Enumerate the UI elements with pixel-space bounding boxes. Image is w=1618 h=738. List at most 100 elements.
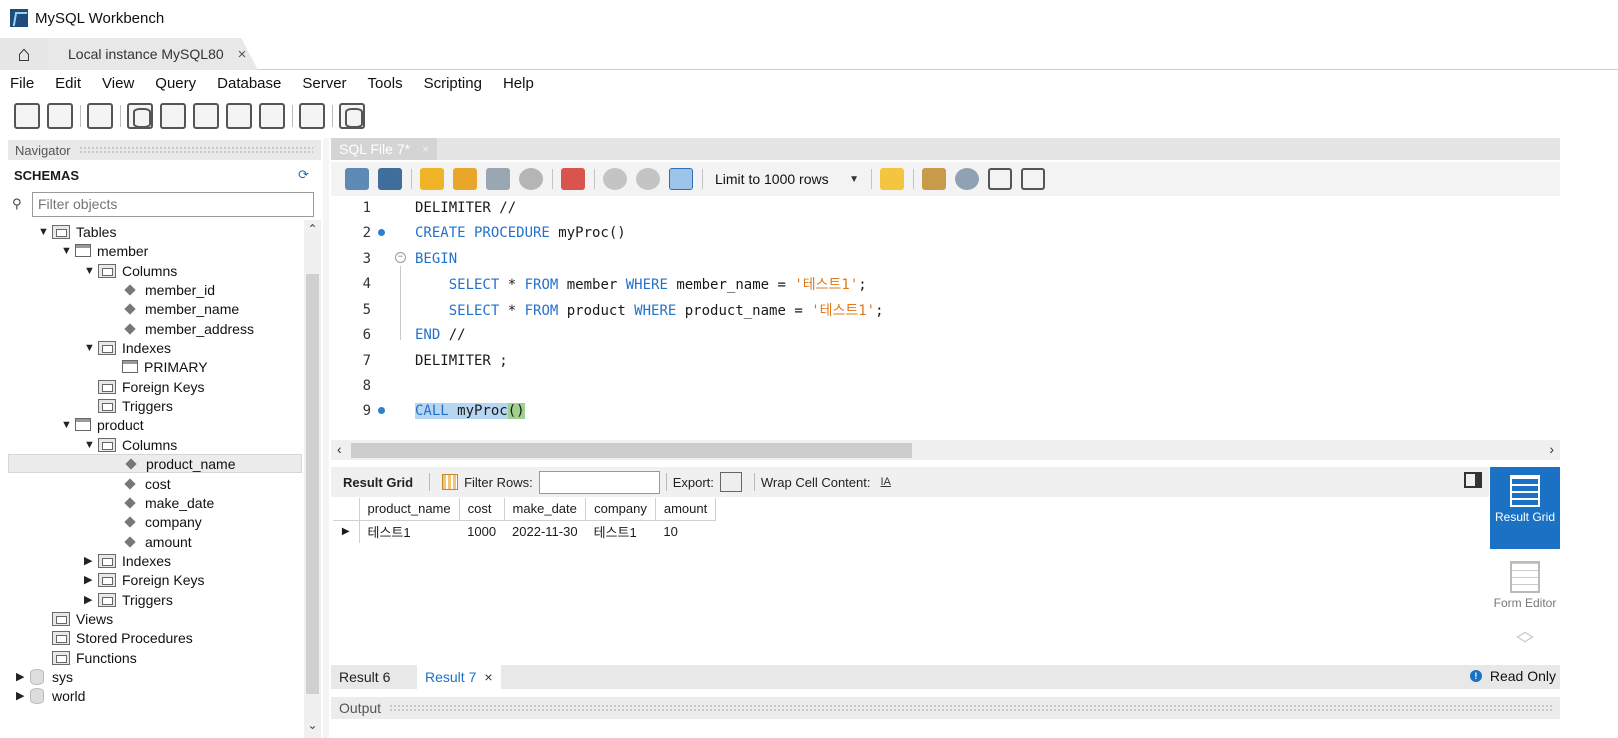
expand-icon[interactable]: ▼ — [84, 439, 96, 451]
filter-objects-input[interactable] — [32, 191, 314, 217]
output-panel-header[interactable]: Output — [331, 697, 1560, 719]
filter-rows-input[interactable] — [538, 470, 660, 494]
result-grid[interactable]: product_name cost make_date company amou… — [333, 498, 717, 543]
panel-splitter[interactable] — [323, 138, 329, 738]
save-file-icon[interactable] — [378, 168, 402, 190]
table-cell[interactable]: 10 — [655, 520, 715, 543]
side-panel-scroll-icon[interactable]: ︿ ﹀ — [1514, 622, 1536, 654]
limit-rows-select[interactable]: Limit to 1000 rows ▼ — [711, 171, 859, 187]
toggle-side-panel-icon[interactable] — [1464, 472, 1482, 488]
expand-icon[interactable]: ▼ — [84, 342, 96, 354]
table-cell[interactable]: 테스트1 — [586, 520, 656, 543]
result-tab-7[interactable]: Result 7 × — [417, 665, 501, 689]
expand-icon[interactable]: ▼ — [84, 265, 96, 277]
column-header[interactable]: product_name — [359, 498, 460, 521]
tree-node-column[interactable]: member_id — [122, 280, 215, 299]
tree-node-column[interactable]: make_date — [122, 493, 214, 512]
close-sql-tab-icon[interactable]: × — [422, 142, 429, 156]
expand-icon[interactable]: ▼ — [61, 245, 73, 257]
tree-node-foreign-keys[interactable]: Foreign Keys — [98, 377, 204, 396]
create-schema-icon[interactable] — [127, 103, 153, 129]
expand-icon[interactable]: ▼ — [61, 419, 73, 431]
menu-view[interactable]: View — [102, 75, 134, 92]
find-icon[interactable] — [955, 168, 979, 190]
word-wrap-icon[interactable] — [1021, 168, 1045, 190]
wrap-cell-icon[interactable]: IA — [880, 476, 890, 488]
home-tab[interactable]: ⌂ — [0, 38, 48, 70]
result-grid-side-tab[interactable]: Result Grid — [1490, 467, 1560, 549]
rollback-icon[interactable] — [636, 168, 660, 190]
tree-node-indexes[interactable]: ▼ Indexes — [84, 338, 171, 357]
tree-node-member[interactable]: ▼ member — [61, 241, 148, 260]
tree-scrollbar[interactable]: ⌃ ⌄ — [304, 220, 321, 738]
menu-help[interactable]: Help — [503, 75, 534, 92]
create-function-icon[interactable] — [259, 103, 285, 129]
tree-node-columns[interactable]: ▼ Columns — [84, 261, 177, 280]
fold-collapse-icon[interactable]: − — [395, 252, 406, 263]
create-view-icon[interactable] — [193, 103, 219, 129]
editor-horizontal-scrollbar[interactable]: ‹ › — [331, 440, 1560, 460]
scroll-up-icon[interactable]: ⌃ — [304, 222, 321, 242]
menu-server[interactable]: Server — [302, 75, 346, 92]
tree-node-column[interactable]: member_address — [122, 319, 254, 338]
expand-icon[interactable]: ▼ — [38, 226, 50, 238]
tree-node-stored-procedures[interactable]: Stored Procedures — [52, 628, 193, 647]
scroll-down-icon[interactable]: ⌄ — [304, 718, 321, 738]
menu-file[interactable]: File — [10, 75, 34, 92]
export-icon[interactable] — [719, 472, 742, 492]
close-result-tab-icon[interactable]: × — [484, 669, 492, 685]
explain-icon[interactable] — [486, 168, 510, 190]
table-cell[interactable]: 테스트1 — [359, 520, 459, 543]
close-connection-tab-icon[interactable]: × — [238, 46, 247, 63]
tree-node-column[interactable]: cost — [122, 474, 171, 493]
current-row-icon[interactable]: ▶ — [333, 520, 360, 543]
expand-icon[interactable]: ▶ — [84, 554, 96, 567]
open-file-icon[interactable] — [345, 168, 369, 190]
create-procedure-icon[interactable] — [226, 103, 252, 129]
sql-file-tab[interactable]: SQL File 7* × — [331, 138, 437, 160]
tree-node-column[interactable]: member_name — [122, 299, 239, 318]
expand-icon[interactable]: ▶ — [16, 670, 28, 683]
stop-icon[interactable] — [519, 168, 543, 190]
tree-node-index[interactable]: PRIMARY — [122, 357, 208, 376]
refresh-schemas-icon[interactable]: ⟳ — [298, 167, 309, 183]
tree-node-views[interactable]: Views — [52, 609, 113, 628]
menu-scripting[interactable]: Scripting — [424, 75, 482, 92]
tree-node-triggers[interactable]: ▶ Triggers — [84, 590, 173, 609]
beautify-icon[interactable] — [922, 168, 946, 190]
scroll-thumb[interactable] — [351, 443, 912, 458]
tree-node-product[interactable]: ▼ product — [61, 415, 144, 434]
scroll-thumb[interactable] — [306, 274, 319, 694]
expand-icon[interactable]: ▶ — [84, 573, 96, 586]
execute-statement-icon[interactable] — [453, 168, 477, 190]
column-header[interactable]: company — [585, 498, 656, 521]
tree-node-world[interactable]: ▶ world — [16, 686, 85, 705]
table-cell[interactable]: 2022-11-30 — [504, 520, 586, 543]
menu-edit[interactable]: Edit — [55, 75, 81, 92]
result-tab-6[interactable]: Result 6 — [331, 665, 398, 689]
tree-node-foreign-keys[interactable]: ▶ Foreign Keys — [84, 570, 204, 589]
tree-node-columns[interactable]: ▼ Columns — [84, 435, 177, 454]
menu-tools[interactable]: Tools — [368, 75, 403, 92]
column-header[interactable]: amount — [655, 498, 717, 521]
inspector-icon[interactable] — [87, 103, 113, 129]
invisible-chars-icon[interactable] — [988, 168, 1012, 190]
autocommit-toggle-icon[interactable] — [669, 168, 693, 190]
new-sql-tab-icon[interactable] — [14, 103, 40, 129]
execute-all-icon[interactable] — [420, 168, 444, 190]
table-row[interactable]: ▶ 테스트1 1000 2022-11-30 테스트1 10 — [333, 520, 716, 543]
tree-node-sys[interactable]: ▶ sys — [16, 667, 73, 686]
create-table-icon[interactable] — [160, 103, 186, 129]
tree-node-indexes[interactable]: ▶ Indexes — [84, 551, 171, 570]
expand-icon[interactable]: ▶ — [84, 593, 96, 606]
result-grid-label[interactable]: Result Grid — [343, 475, 413, 490]
column-header[interactable]: make_date — [504, 498, 587, 521]
toggle-continue-on-error-icon[interactable] — [561, 168, 585, 190]
scroll-left-icon[interactable]: ‹ — [337, 441, 342, 457]
menu-query[interactable]: Query — [155, 75, 196, 92]
tree-node-functions[interactable]: Functions — [52, 648, 137, 667]
open-sql-script-icon[interactable] — [47, 103, 73, 129]
tree-node-triggers[interactable]: Triggers — [98, 396, 173, 415]
menu-database[interactable]: Database — [217, 75, 281, 92]
connection-tab[interactable]: Local instance MySQL80 × — [48, 38, 258, 70]
